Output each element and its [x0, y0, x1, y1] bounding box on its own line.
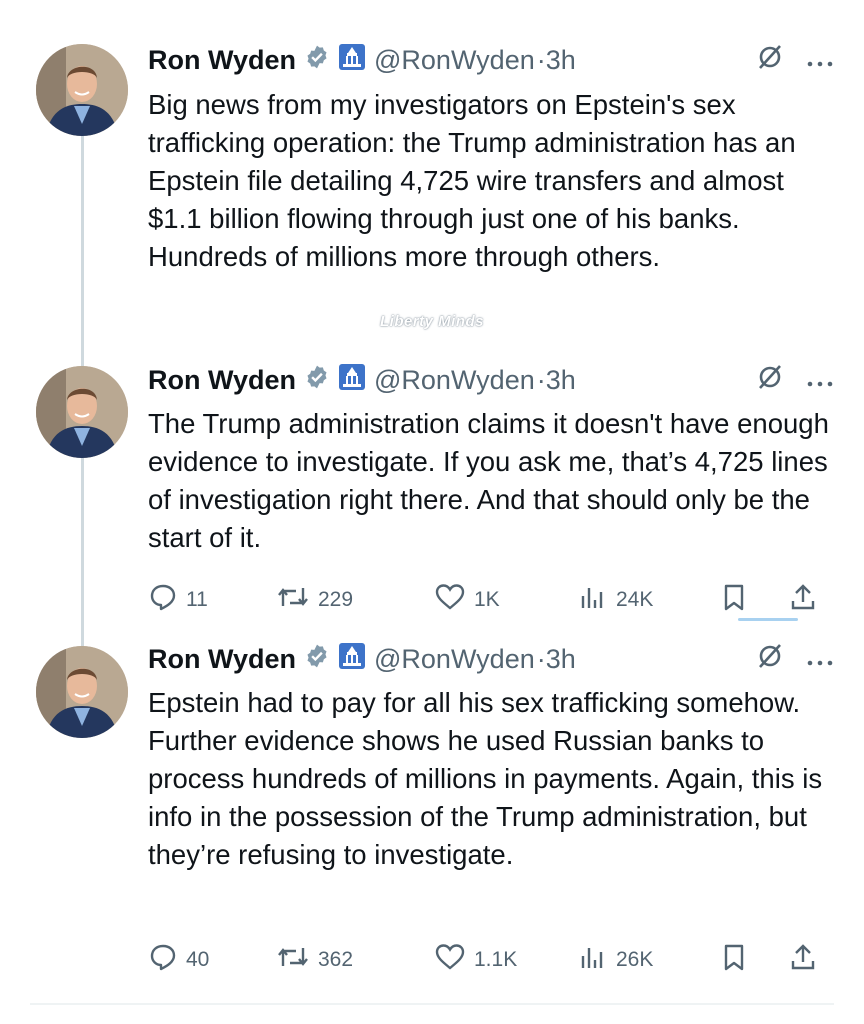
- tweet-text: The Trump administration claims it doesn…: [148, 408, 829, 553]
- avatar[interactable]: [36, 366, 128, 458]
- like-icon: [434, 582, 466, 618]
- tweet-actions: 11 229 1K 24K: [148, 582, 828, 618]
- tweet-text: Epstein had to pay for all his sex traff…: [148, 687, 823, 870]
- like-button[interactable]: 1.1K: [434, 942, 517, 978]
- verified-badge-icon: [304, 643, 330, 676]
- watermark: Liberty Minds: [380, 313, 485, 330]
- repost-icon: [276, 942, 310, 978]
- views-icon: [578, 942, 608, 978]
- header-icons: [756, 42, 834, 78]
- active-indicator: [738, 618, 798, 621]
- verified-badge-icon: [304, 44, 330, 77]
- repost-count: 362: [318, 948, 354, 971]
- divider: [30, 1003, 834, 1005]
- capitol-badge-icon: [338, 43, 366, 78]
- tweet-time[interactable]: ·3h: [537, 365, 576, 396]
- repost-icon: [276, 582, 310, 618]
- author-handle[interactable]: @RonWyden: [374, 45, 535, 76]
- tweet-header: Ron Wyden @RonWyden ·3h: [148, 42, 834, 78]
- reply-count: 40: [186, 948, 210, 971]
- share-button[interactable]: [788, 582, 818, 618]
- capitol-badge-icon: [338, 363, 366, 398]
- reply-button[interactable]: 40: [148, 942, 209, 978]
- reply-icon: [148, 582, 178, 618]
- share-button[interactable]: [788, 942, 818, 978]
- reply-count: 11: [186, 588, 208, 611]
- header-icons: [756, 641, 834, 677]
- more-icon[interactable]: [806, 365, 834, 396]
- tweet-time[interactable]: ·3h: [537, 45, 576, 76]
- grok-icon[interactable]: [756, 642, 784, 677]
- author-handle[interactable]: @RonWyden: [374, 365, 535, 396]
- reply-button[interactable]: 11: [148, 582, 208, 618]
- author-handle[interactable]: @RonWyden: [374, 644, 535, 675]
- tweet-actions: 40 362 1.1K 26K: [148, 942, 828, 978]
- share-icon: [788, 582, 818, 618]
- more-icon[interactable]: [806, 644, 834, 675]
- author-name[interactable]: Ron Wyden: [148, 365, 296, 396]
- author-name[interactable]: Ron Wyden: [148, 644, 296, 675]
- bookmark-button[interactable]: [720, 942, 748, 978]
- tweet-text: Big news from my investigators on Epstei…: [148, 89, 796, 272]
- tweet-header: Ron Wyden @RonWyden ·3h: [148, 641, 834, 677]
- repost-count: 229: [318, 588, 354, 611]
- share-icon: [788, 942, 818, 978]
- header-icons: [756, 362, 834, 398]
- grok-icon[interactable]: [756, 43, 784, 78]
- like-count: 1K: [474, 588, 500, 611]
- capitol-badge-icon: [338, 642, 366, 677]
- repost-button[interactable]: 362: [276, 942, 353, 978]
- author-name[interactable]: Ron Wyden: [148, 45, 296, 76]
- like-button[interactable]: 1K: [434, 582, 500, 618]
- views-button[interactable]: 24K: [578, 582, 653, 618]
- views-count: 24K: [616, 588, 654, 611]
- grok-icon[interactable]: [756, 363, 784, 398]
- more-icon[interactable]: [806, 45, 834, 76]
- bookmark-icon: [720, 942, 748, 978]
- repost-button[interactable]: 229: [276, 582, 353, 618]
- verified-badge-icon: [304, 364, 330, 397]
- bookmark-icon: [720, 582, 748, 618]
- views-icon: [578, 582, 608, 618]
- views-button[interactable]: 26K: [578, 942, 653, 978]
- like-count: 1.1K: [474, 948, 518, 971]
- avatar[interactable]: [36, 646, 128, 738]
- tweet-time[interactable]: ·3h: [537, 644, 576, 675]
- like-icon: [434, 942, 466, 978]
- views-count: 26K: [616, 948, 654, 971]
- reply-icon: [148, 942, 178, 978]
- avatar[interactable]: [36, 44, 128, 136]
- bookmark-button[interactable]: [720, 582, 748, 618]
- tweet-header: Ron Wyden @RonWyden ·3h: [148, 362, 834, 398]
